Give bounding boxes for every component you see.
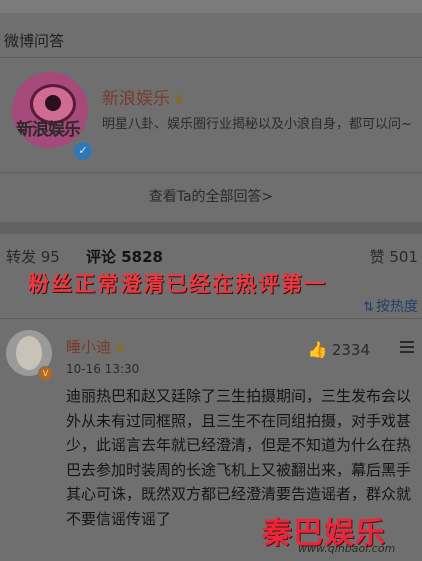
more-options-icon[interactable] [400,340,414,354]
comments-tab[interactable]: 评论 5828 [86,246,163,267]
repost-tab[interactable]: 转发 95 [6,246,60,267]
avatar-logo-text: 新浪娱乐 [16,120,81,140]
comment-verified-icon: V [38,366,53,381]
account-name[interactable]: 新浪娱乐 ♛ [102,84,185,109]
stats-bar: 转发 95 评论 5828 赞 501 [0,246,422,270]
account-avatar[interactable]: 新浪娱乐 [12,72,88,148]
comment-like-button[interactable]: 👍 2334 [308,340,370,359]
crown-icon: ♛ [114,341,126,356]
top-band [0,0,422,13]
sort-label: 按热度 [376,299,418,315]
account-description: 明星八卦、娱乐圈行业揭秘以及小浪自身，都可以问~ [102,117,412,132]
watermark-url: www.qinbaol.com [298,542,396,555]
likes-tab[interactable]: 赞 501 [370,246,418,267]
sort-icon: ⇅ [363,300,374,315]
verified-icon: ✓ [72,140,94,162]
comment-author-name: 睡小迪 [66,338,112,356]
view-all-answers-link[interactable]: 查看Ta的全部回答> [0,186,422,206]
divider [0,318,422,319]
overlay-caption: 粉丝正常澄清已经在热评第一 [28,272,327,296]
section-title: 微博问答 [4,32,65,50]
sort-button[interactable]: ⇅ 按热度 [363,296,418,316]
comment-time: 10-16 13:30 [66,362,140,376]
divider [0,172,422,173]
crown-icon: ♛ [173,93,185,108]
divider [0,57,422,58]
comment-author[interactable]: 睡小迪 ♛ [66,336,126,357]
comment-like-count: 2334 [331,341,370,359]
thumbs-up-icon: 👍 [307,340,328,359]
account-name-label: 新浪娱乐 [102,89,170,109]
section-divider [0,222,422,234]
